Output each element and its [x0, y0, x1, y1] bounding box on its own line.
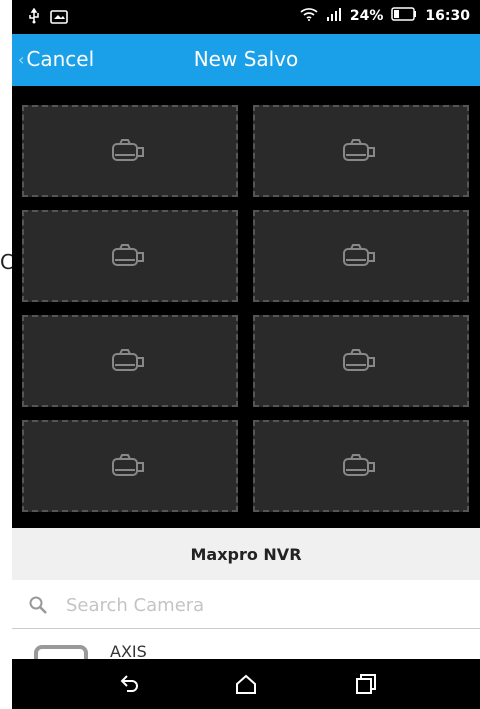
camera-icon — [343, 139, 375, 161]
camera-name: AXIS — [110, 642, 147, 659]
camera-icon — [343, 454, 375, 476]
salvo-slot[interactable] — [22, 210, 238, 302]
list-item[interactable]: AXIS — [12, 629, 480, 659]
battery-icon — [391, 7, 417, 25]
page-title: New Salvo — [193, 47, 299, 71]
camera-icon — [343, 244, 375, 266]
battery-percent: 24% — [349, 8, 384, 24]
recents-icon[interactable] — [354, 673, 378, 695]
camera-icon — [343, 349, 375, 371]
camera-thumbnail-icon — [34, 645, 88, 659]
salvo-slot[interactable] — [22, 420, 238, 512]
search-input[interactable] — [64, 590, 448, 620]
wifi-icon — [300, 7, 318, 25]
status-bar: 24% 16:30 — [12, 0, 480, 34]
search-icon — [28, 595, 48, 619]
salvo-slot[interactable] — [22, 315, 238, 407]
salvo-grid — [12, 86, 480, 528]
clock: 16:30 — [425, 8, 470, 24]
navigation-bar — [12, 659, 480, 709]
phone-screen: 24% 16:30 ‹ Cancel New Salvo Maxpro NVR … — [12, 0, 480, 709]
salvo-slot[interactable] — [253, 420, 469, 512]
nvr-group-header[interactable]: Maxpro NVR — [12, 528, 480, 580]
app-bar: ‹ Cancel New Salvo — [12, 34, 480, 86]
salvo-slot[interactable] — [253, 210, 469, 302]
signal-icon — [326, 7, 342, 25]
search-bar — [12, 580, 480, 629]
camera-icon — [112, 349, 144, 371]
salvo-slot[interactable] — [253, 315, 469, 407]
camera-icon — [112, 454, 144, 476]
salvo-slot[interactable] — [22, 105, 238, 197]
salvo-slot[interactable] — [253, 105, 469, 197]
image-icon — [50, 8, 68, 28]
home-icon[interactable] — [234, 673, 258, 695]
usb-icon — [28, 7, 40, 28]
back-icon[interactable] — [118, 673, 142, 695]
camera-icon — [112, 244, 144, 266]
camera-icon — [112, 139, 144, 161]
nvr-group-title: Maxpro NVR — [190, 544, 302, 564]
